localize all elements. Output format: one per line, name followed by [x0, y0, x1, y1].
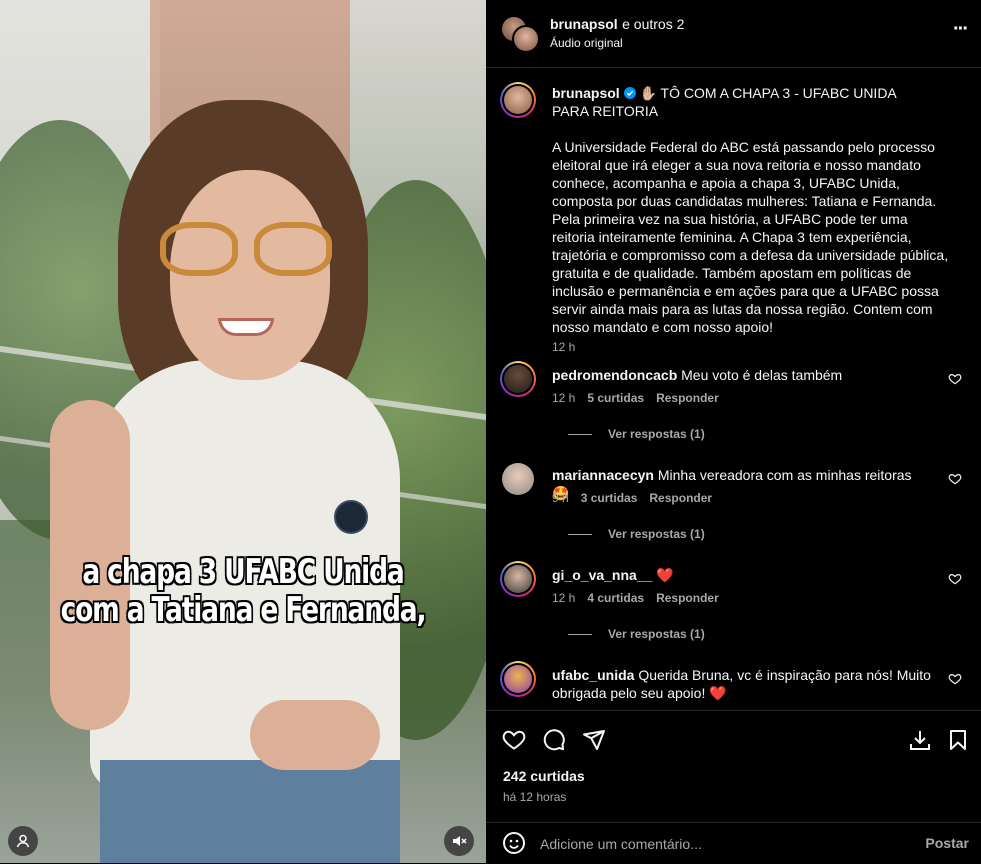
- likes-count[interactable]: 242 curtidas: [503, 768, 585, 784]
- like-comment-icon[interactable]: [948, 372, 962, 386]
- comment-time[interactable]: 9 h: [552, 491, 569, 505]
- video-caption-line: a chapa 3 UFABC Unida: [82, 552, 404, 592]
- video-caption-line: com a Tatiana e Fernanda,: [60, 590, 427, 630]
- reel-video[interactable]: a chapa 3 UFABC Unida com a Tatiana e Fe…: [0, 0, 486, 863]
- person-hands: [250, 700, 380, 770]
- divider-line: [568, 433, 592, 435]
- comment-text: ❤️: [656, 567, 674, 583]
- avatar[interactable]: [502, 463, 534, 495]
- comment-username[interactable]: pedromendoncacb: [552, 367, 677, 383]
- header-username[interactable]: brunapsol: [550, 16, 618, 32]
- comment-username[interactable]: gi_o_va_nna__: [552, 567, 652, 583]
- comment-time[interactable]: 12 h: [552, 591, 575, 605]
- caption-username[interactable]: brunapsol: [552, 85, 620, 101]
- more-options-icon[interactable]: ···: [953, 18, 969, 41]
- emoji-icon: [503, 832, 525, 854]
- avatar[interactable]: [500, 82, 536, 118]
- person-skirt: [100, 760, 400, 863]
- audio-link[interactable]: Áudio original: [550, 36, 623, 50]
- comment-username[interactable]: mariannacecyn: [552, 467, 654, 483]
- post-header: brunapsol e outros 2 Áudio original ···: [486, 0, 981, 68]
- comments-scroll-area[interactable]: brunapsol ✋🏼 TÔ COM A CHAPA 3 - UFABC UN…: [486, 68, 981, 710]
- comment-username[interactable]: ufabc_unida: [552, 667, 634, 683]
- send-icon: [583, 730, 605, 750]
- post-time-ago: há 12 horas: [503, 790, 567, 804]
- comment-composer: Postar: [486, 822, 981, 864]
- download-button[interactable]: [907, 727, 933, 753]
- comment-text: Meu voto é delas também: [681, 367, 843, 383]
- action-bar: 242 curtidas há 12 horas: [486, 710, 981, 821]
- muted-speaker-icon: [453, 836, 467, 846]
- caption-body: A Universidade Federal do ABC está passa…: [552, 139, 949, 335]
- verified-badge-icon: [623, 87, 636, 99]
- tagged-people-button[interactable]: [8, 826, 38, 856]
- heart-icon: [502, 730, 526, 750]
- comment-button[interactable]: [541, 727, 567, 753]
- avatar: [512, 25, 540, 53]
- like-comment-icon[interactable]: [948, 472, 962, 486]
- collab-avatars[interactable]: [500, 15, 540, 53]
- avatar[interactable]: [500, 661, 536, 697]
- comment-likes[interactable]: 4 curtidas: [587, 591, 644, 605]
- view-replies-label: Ver respostas (1): [608, 527, 705, 541]
- divider-line: [568, 633, 592, 635]
- save-button[interactable]: [945, 727, 971, 753]
- view-replies-label: Ver respostas (1): [608, 427, 705, 441]
- mute-button[interactable]: [444, 826, 474, 856]
- reply-button[interactable]: Responder: [656, 591, 719, 605]
- comment-icon: [543, 729, 565, 751]
- view-replies-button[interactable]: Ver respostas (1): [568, 427, 705, 441]
- person-glasses: [160, 222, 336, 278]
- avatar[interactable]: [500, 561, 536, 597]
- bookmark-icon: [950, 730, 966, 750]
- like-button[interactable]: [501, 727, 527, 753]
- caption-time: 12 h: [552, 340, 576, 354]
- comment-likes[interactable]: 3 curtidas: [581, 491, 638, 505]
- download-icon: [910, 731, 930, 750]
- view-replies-label: Ver respostas (1): [608, 627, 705, 641]
- reply-button[interactable]: Responder: [649, 491, 712, 505]
- reply-button[interactable]: Responder: [656, 391, 719, 405]
- post-detail-panel: brunapsol e outros 2 Áudio original ··· …: [486, 0, 981, 863]
- like-comment-icon[interactable]: [948, 572, 962, 586]
- divider-line: [568, 533, 592, 535]
- avatar[interactable]: [500, 361, 536, 397]
- share-button[interactable]: [581, 727, 607, 753]
- badge-pin: [334, 500, 368, 534]
- caption-emoji: ✋🏼: [639, 85, 657, 101]
- user-icon: [16, 834, 30, 848]
- like-comment-icon[interactable]: [948, 672, 962, 686]
- view-replies-button[interactable]: Ver respostas (1): [568, 527, 705, 541]
- comment-likes[interactable]: 5 curtidas: [587, 391, 644, 405]
- post-comment-button[interactable]: Postar: [925, 835, 969, 851]
- emoji-button[interactable]: [501, 830, 527, 856]
- view-replies-button[interactable]: Ver respostas (1): [568, 627, 705, 641]
- comment-input[interactable]: [538, 832, 902, 856]
- header-others[interactable]: e outros 2: [622, 16, 684, 32]
- comment-time[interactable]: 12 h: [552, 391, 575, 405]
